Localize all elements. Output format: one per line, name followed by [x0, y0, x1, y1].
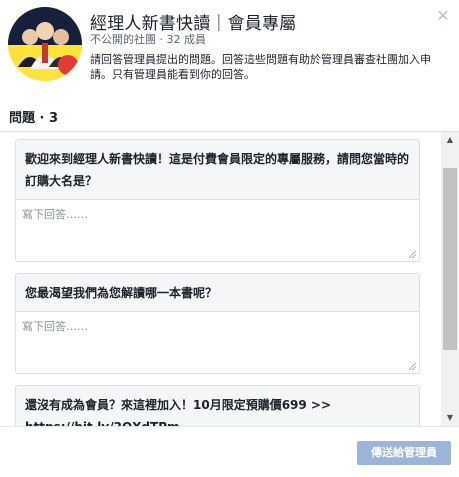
meta-separator: · [159, 33, 164, 46]
scrollbar[interactable]: ▲ ▼ [441, 132, 459, 426]
membership-questions-dialog: 經理人新書快讀｜會員專屬 不公開的社團 · 32 成員 請回答管理員提出的問題。… [0, 0, 459, 477]
question-card: 還沒有成為會員？來這裡加入！10月限定預購價699 >> https://bit… [15, 385, 420, 426]
answer-wrapper [16, 311, 419, 373]
scroll-thumb[interactable] [443, 168, 457, 350]
scroll-down-arrow-icon[interactable]: ▼ [441, 410, 459, 426]
footer-divider [0, 426, 459, 427]
group-meta: 不公開的社團 · 32 成員 [90, 31, 206, 47]
group-privacy: 不公開的社團 [90, 33, 156, 46]
submit-to-admin-button[interactable]: 傳送給管理員 [357, 441, 451, 465]
questions-heading: 問題 · 3 [9, 111, 59, 126]
question-card: 歡迎來到經理人新書快讀！這是付費會員限定的專屬服務，請問您當時的訂購大名是？ [15, 139, 420, 262]
question-text: 歡迎來到經理人新書快讀！這是付費會員限定的專屬服務，請問您當時的訂購大名是？ [16, 140, 419, 199]
scroll-up-arrow-icon[interactable]: ▲ [441, 132, 459, 148]
question-card: 您最渴望我們為您解讀哪一本書呢？ [15, 273, 420, 374]
answer-input[interactable] [16, 199, 419, 261]
question-text: 還沒有成為會員？來這裡加入！10月限定預購價699 >> https://bit… [16, 386, 419, 426]
questions-scroll-area[interactable]: 歡迎來到經理人新書快讀！這是付費會員限定的專屬服務，請問您當時的訂購大名是？ 您… [0, 132, 459, 426]
question-text: 您最渴望我們為您解讀哪一本書呢？ [16, 274, 419, 311]
dialog-header: 經理人新書快讀｜會員專屬 不公開的社團 · 32 成員 請回答管理員提出的問題。… [0, 0, 459, 95]
questions-list: 歡迎來到經理人新書快讀！這是付費會員限定的專屬服務，請問您當時的訂購大名是？ 您… [15, 139, 420, 426]
member-count: 32 成員 [166, 33, 207, 46]
answer-wrapper [16, 199, 419, 261]
close-icon[interactable]: ✕ [436, 8, 450, 24]
group-avatar [8, 7, 82, 81]
instructions-text: 請回答管理員提出的問題。回答這些問題有助於管理員審查社團加入申請。只有管理員能看… [90, 53, 431, 81]
answer-input[interactable] [16, 311, 419, 373]
